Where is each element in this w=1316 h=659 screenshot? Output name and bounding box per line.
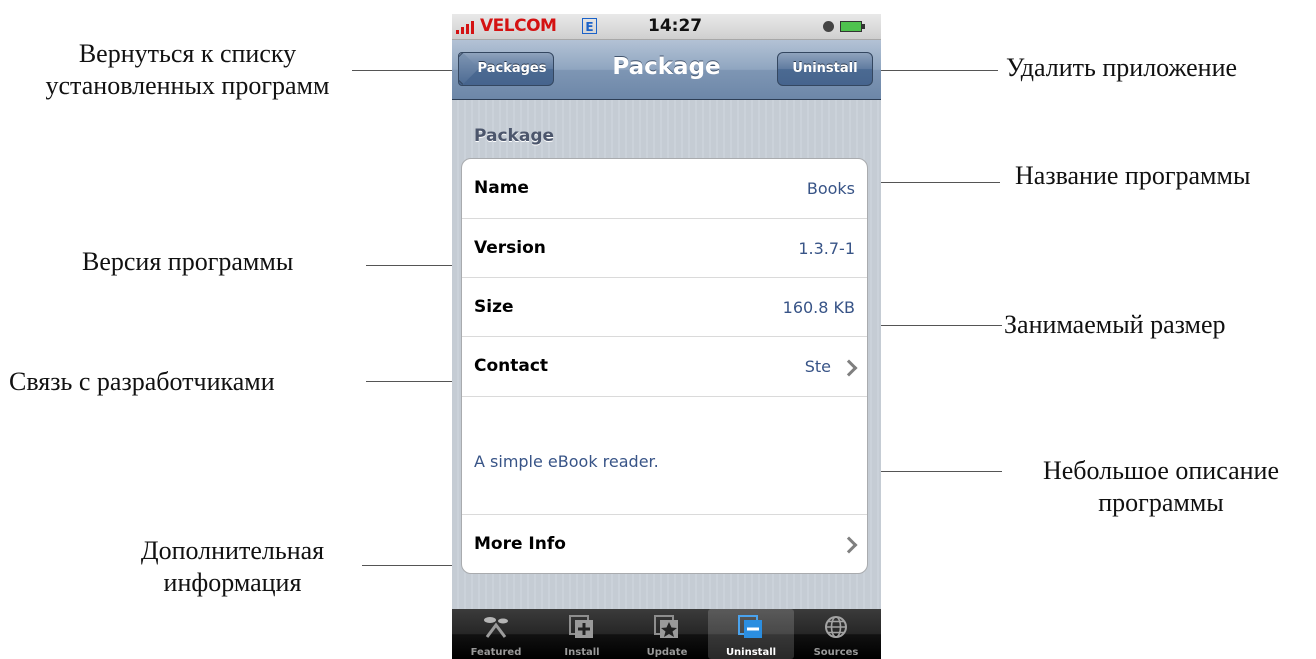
annotation-line-uninstall (862, 70, 998, 71)
chevron-right-icon (840, 359, 858, 377)
annotation-size: Занимаемый размер (1004, 310, 1226, 339)
row-version: Version 1.3.7-1 (462, 219, 867, 278)
tab-sources[interactable]: Sources (793, 609, 879, 659)
annotation-description-line1: Небольшое описание (1042, 456, 1279, 485)
annotation-more-info-line2: информация (163, 568, 302, 597)
row-name-value: Books (806, 179, 855, 198)
annotation-back-line1: Вернуться к списку (78, 39, 297, 68)
tab-uninstall-label: Uninstall (725, 647, 777, 658)
row-description-text: A simple eBook reader. (474, 452, 659, 471)
carrier-name: VELCOM (480, 16, 557, 36)
network-type-icon: E (582, 18, 597, 34)
row-size-label: Size (474, 297, 514, 317)
annotation-name: Название программы (1015, 161, 1251, 190)
row-name: Name Books (462, 159, 867, 219)
row-description: A simple eBook reader. (462, 397, 867, 515)
row-version-value: 1.3.7-1 (798, 239, 855, 258)
annotation-more-info: Дополнительная информация (100, 535, 365, 599)
row-version-label: Version (474, 238, 546, 258)
tab-update-label: Update (646, 647, 688, 658)
status-time: 14:27 (648, 16, 703, 36)
tab-install-label: Install (564, 647, 600, 658)
tab-uninstall[interactable]: Uninstall (708, 609, 794, 659)
alarm-clock-icon (823, 21, 834, 32)
status-bar: VELCOM E 14:27 (452, 14, 881, 40)
annotation-description: Небольшое описание программы (1010, 455, 1312, 519)
uninstall-button[interactable]: Uninstall (777, 52, 873, 86)
uninstall-icon (738, 615, 762, 638)
annotation-description-line2: программы (1098, 488, 1224, 517)
row-more-info-label: More Info (474, 534, 566, 554)
section-header: Package (474, 126, 555, 146)
annotation-version: Версия программы (82, 247, 294, 276)
tab-bar: Featured Install Update Uninstall Source… (452, 609, 881, 659)
row-size-value: 160.8 KB (782, 298, 855, 317)
annotation-more-info-line1: Дополнительная (140, 536, 325, 565)
row-name-label: Name (474, 178, 529, 198)
tab-install[interactable]: Install (539, 609, 625, 659)
sources-icon (825, 616, 847, 638)
tab-update[interactable]: Update (624, 609, 710, 659)
annotation-uninstall: Удалить приложение (1006, 53, 1238, 82)
package-details: Package Name Books Version 1.3.7-1 Size … (452, 100, 881, 609)
tab-sources-label: Sources (813, 647, 859, 658)
tab-featured[interactable]: Featured (453, 609, 539, 659)
row-contact-value: Ste (804, 357, 831, 376)
row-more-info[interactable]: More Info (462, 515, 867, 573)
featured-icon (484, 617, 508, 638)
row-contact[interactable]: Contact Ste (462, 337, 867, 397)
install-icon (569, 615, 593, 638)
annotation-contact: Связь с разработчиками (9, 367, 275, 396)
row-size: Size 160.8 KB (462, 278, 867, 337)
annotation-back-line2: установленных программ (45, 71, 330, 100)
signal-icon (456, 19, 474, 34)
uninstall-button-label: Uninstall (792, 61, 858, 76)
chevron-right-icon (840, 536, 858, 554)
tab-featured-label: Featured (470, 647, 522, 658)
row-contact-label: Contact (474, 356, 549, 376)
package-info-group: Name Books Version 1.3.7-1 Size 160.8 KB… (461, 158, 868, 574)
annotation-back: Вернуться к списку установленных програм… (0, 38, 375, 102)
navigation-bar: Packages Package Uninstall (452, 40, 881, 100)
phone-screen: VELCOM E 14:27 Packages Package Uninstal… (452, 14, 881, 659)
update-icon (654, 615, 678, 638)
battery-icon (840, 21, 865, 32)
